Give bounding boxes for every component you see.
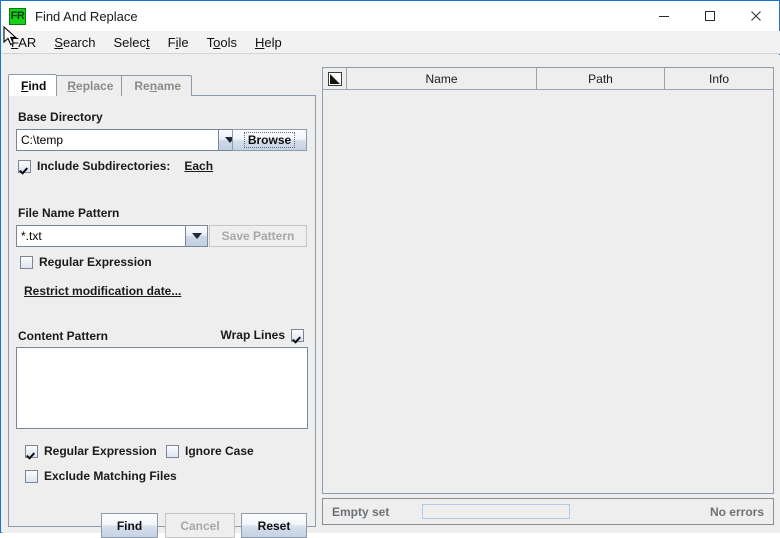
include-subdirectories-checkbox[interactable] <box>18 160 31 173</box>
tab-rename[interactable]: Rename <box>121 75 192 96</box>
status-bar: Empty set No errors <box>322 498 774 525</box>
ignore-case-checkbox[interactable] <box>166 445 179 458</box>
include-subdirectories-each-link[interactable]: Each <box>184 159 213 173</box>
tab-find[interactable]: Find <box>8 74 57 96</box>
save-pattern-button[interactable]: Save Pattern <box>209 225 307 247</box>
tab-replace-mnemonic: R <box>67 79 76 93</box>
minimize-button[interactable] <box>641 1 687 31</box>
cancel-button[interactable]: Cancel <box>165 513 235 538</box>
wrap-lines-row: Wrap Lines <box>221 328 304 342</box>
results-table-header: Name Path Info <box>323 68 773 90</box>
wrap-lines-label: Wrap Lines <box>221 328 285 342</box>
tab-rename-mnemonic: n <box>150 79 157 93</box>
ignore-case-row: Ignore Case <box>166 444 254 458</box>
include-subdirectories-label: Include Subdirectories: <box>37 159 170 173</box>
search-options-panel: Find Replace Rename Base Directory C:\te… <box>8 74 316 527</box>
find-button-label: Find <box>117 519 142 533</box>
menu-item-file[interactable]: File <box>159 33 198 52</box>
content-regex-row: Regular Expression <box>25 444 157 458</box>
column-header-path[interactable]: Path <box>537 68 665 89</box>
close-button[interactable] <box>733 1 779 31</box>
find-button[interactable]: Find <box>101 513 158 538</box>
browse-button[interactable]: Browse <box>232 129 307 151</box>
filename-regex-checkbox[interactable] <box>20 256 33 269</box>
menu-item-search[interactable]: Search <box>45 33 104 52</box>
menu-far-post: AR <box>18 35 36 50</box>
browse-button-label: Browse <box>244 132 295 148</box>
menu-help-mnemonic: H <box>255 35 264 50</box>
results-table-body[interactable] <box>323 90 773 493</box>
menu-tools-post: ols <box>220 35 237 50</box>
chevron-down-icon <box>192 233 202 239</box>
base-directory-input[interactable]: C:\temp <box>16 129 219 151</box>
content-pattern-textarea[interactable] <box>16 347 308 429</box>
wrap-lines-checkbox[interactable] <box>291 329 304 342</box>
save-pattern-label: Save Pattern <box>222 229 295 243</box>
window-title: Find And Replace <box>35 9 138 24</box>
restrict-modification-date-link[interactable]: Restrict modification date... <box>24 284 181 298</box>
column-header-name[interactable]: Name <box>347 68 537 89</box>
file-name-pattern-label: File Name Pattern <box>18 206 119 220</box>
reset-button[interactable]: Reset <box>241 513 307 538</box>
menu-select-mnemonic: t <box>146 35 150 50</box>
file-name-pattern-input[interactable]: *.txt <box>16 225 186 247</box>
exclude-matching-files-label: Exclude Matching Files <box>44 469 177 483</box>
menu-bar: FAR Search Select File Tools Help <box>2 31 780 54</box>
app-icon-text: FR <box>10 8 25 25</box>
file-name-pattern-dropdown-button[interactable] <box>186 225 208 247</box>
status-left-text: Empty set <box>332 505 389 519</box>
maximize-icon <box>704 10 716 22</box>
tab-replace-post: eplace <box>76 79 113 93</box>
menu-search-post: earch <box>63 35 96 50</box>
far-app-icon: FR <box>9 8 26 25</box>
tab-strip: Find Replace Rename <box>8 74 189 96</box>
tab-rename-pre: Re <box>134 79 149 93</box>
menu-file-post: le <box>179 35 189 50</box>
ignore-case-label: Ignore Case <box>185 444 254 458</box>
menu-help-post: elp <box>264 35 281 50</box>
sort-corner-icon <box>328 72 342 86</box>
tab-find-post: ind <box>28 79 46 93</box>
maximize-button[interactable] <box>687 1 733 31</box>
menu-item-far[interactable]: FAR <box>2 33 45 52</box>
reset-button-label: Reset <box>258 519 291 533</box>
menu-file-pre: F <box>168 35 176 50</box>
results-table: Name Path Info <box>322 67 774 494</box>
main-content: Find Replace Rename Base Directory C:\te… <box>2 55 780 533</box>
menu-item-help[interactable]: Help <box>246 33 291 52</box>
content-regex-checkbox[interactable] <box>25 445 38 458</box>
exclude-matching-files-checkbox[interactable] <box>25 470 38 483</box>
filename-regex-label: Regular Expression <box>39 255 152 269</box>
exclude-matching-files-row: Exclude Matching Files <box>25 469 177 483</box>
application-window: FR Find And Replace FAR <box>0 0 780 533</box>
base-directory-label: Base Directory <box>18 110 103 124</box>
table-corner-button[interactable] <box>323 68 347 89</box>
menu-search-mnemonic: S <box>54 35 63 50</box>
menu-item-tools[interactable]: Tools <box>198 33 246 52</box>
column-header-info[interactable]: Info <box>665 68 773 89</box>
tab-rename-post: ame <box>157 79 181 93</box>
minimize-icon <box>658 10 670 22</box>
status-right-text: No errors <box>710 505 764 519</box>
menu-item-select[interactable]: Select <box>105 33 159 52</box>
menu-select-pre: Selec <box>114 35 147 50</box>
file-name-pattern-combo[interactable]: *.txt <box>16 225 208 247</box>
close-icon <box>750 10 762 22</box>
include-subdirectories-row: Include Subdirectories: Each <box>18 159 213 173</box>
tab-replace[interactable]: Replace <box>54 75 124 96</box>
results-panel: Name Path Info Empty set No errors <box>322 67 774 527</box>
find-tab-panel: Base Directory C:\temp Browse Include Su… <box>8 95 316 527</box>
tab-find-mnemonic: F <box>21 79 28 93</box>
cancel-button-label: Cancel <box>180 519 219 533</box>
base-directory-combo[interactable]: C:\temp <box>16 129 241 151</box>
progress-bar <box>422 504 570 519</box>
content-regex-label: Regular Expression <box>44 444 157 458</box>
content-pattern-label: Content Pattern <box>18 329 108 343</box>
title-bar: FR Find And Replace <box>1 1 779 31</box>
filename-regex-row: Regular Expression <box>20 255 152 269</box>
window-controls <box>641 1 779 31</box>
